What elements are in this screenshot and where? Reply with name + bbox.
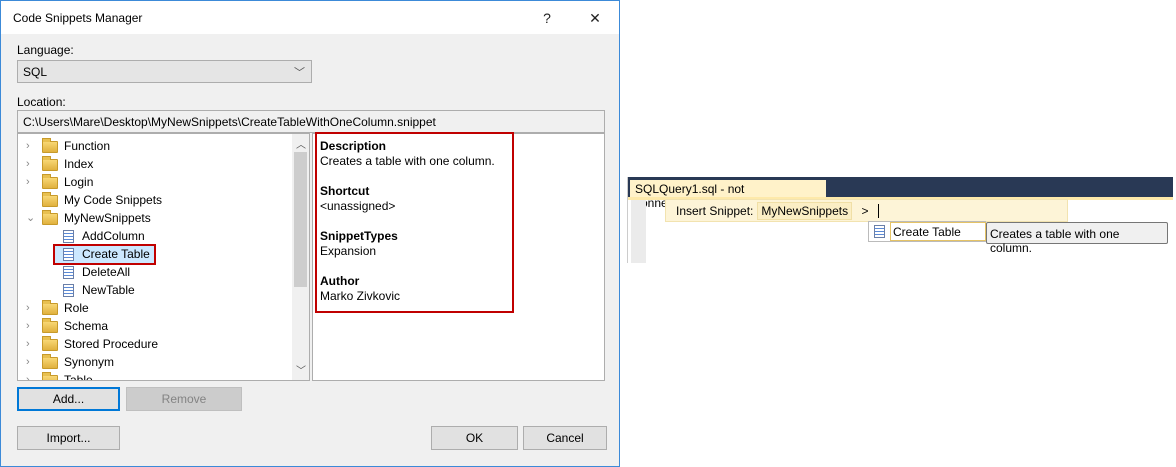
chevron-right-icon[interactable]: › — [26, 353, 30, 371]
snippet-item-create-table[interactable]: Create Table — [890, 222, 986, 241]
tree-item-label: DeleteAll — [82, 265, 131, 279]
language-label: Language: — [17, 43, 74, 57]
tree-item[interactable]: › Stored Procedure — [18, 335, 290, 353]
snippet-breadcrumb[interactable]: MyNewSnippets — [757, 202, 853, 220]
snippet-tooltip: Creates a table with one column. — [986, 222, 1168, 255]
author-value: Marko Zivkovic — [320, 289, 401, 303]
snippet-icon — [63, 266, 74, 279]
code-snippets-manager-dialog: Code Snippets Manager ? ✕ Language: SQL ﹀… — [0, 0, 620, 467]
title-bar: Code Snippets Manager ? ✕ — [1, 1, 619, 34]
cancel-button[interactable]: Cancel — [523, 426, 607, 450]
import-button[interactable]: Import... — [17, 426, 120, 450]
text-cursor — [877, 204, 883, 218]
remove-button[interactable]: Remove — [126, 387, 242, 411]
tree-item[interactable]: › Function — [18, 137, 290, 155]
insert-snippet-bar[interactable]: Insert Snippet: MyNewSnippets > — [665, 199, 1068, 222]
folder-icon — [42, 174, 58, 189]
help-button[interactable]: ? — [532, 7, 562, 29]
tree-item-label: Synonym — [64, 355, 115, 369]
close-button[interactable]: ✕ — [580, 7, 610, 29]
chevron-down-icon: ﹀ — [294, 67, 305, 79]
tree-item-label: Function — [64, 139, 111, 153]
tree-item-label: NewTable — [82, 283, 135, 297]
editor-gutter — [631, 200, 646, 263]
chevron-right-icon[interactable]: › — [26, 173, 30, 191]
location-field: C:\Users\Mare\Desktop\MyNewSnippets\Crea… — [17, 110, 605, 133]
tree-item[interactable]: › Index — [18, 155, 290, 173]
tree-item-label: Table — [64, 373, 93, 381]
tree-scrollbar[interactable]: ︿ ﹀ — [292, 134, 309, 380]
tree-item[interactable]: › Login — [18, 173, 290, 191]
tree-item-label: Index — [64, 157, 94, 171]
tree-item-label: Login — [64, 175, 94, 189]
scroll-up-icon[interactable]: ︿ — [296, 136, 306, 151]
tree-item[interactable]: › Role — [18, 299, 290, 317]
folder-icon — [42, 336, 58, 351]
location-label: Location: — [17, 95, 66, 109]
tree-item[interactable]: NewTable — [18, 281, 290, 299]
breadcrumb-separator: > — [861, 204, 869, 218]
folder-icon — [42, 138, 58, 153]
scroll-down-icon[interactable]: ﹀ — [296, 362, 306, 377]
folder-icon — [42, 300, 58, 315]
author-heading: Author — [320, 274, 360, 288]
snippet-icon — [63, 284, 74, 297]
tree-item-label: My Code Snippets — [64, 193, 163, 207]
folder-icon — [42, 192, 58, 207]
tree-item[interactable]: › Table — [18, 371, 290, 381]
tree-item-label: Schema — [64, 319, 109, 333]
language-value: SQL — [23, 65, 48, 79]
dialog-title: Code Snippets Manager — [13, 11, 143, 25]
tree-item[interactable]: AddColumn — [18, 227, 290, 245]
insert-snippet-label: Insert Snippet: — [676, 204, 754, 218]
chevron-right-icon[interactable]: › — [26, 155, 30, 173]
tree-item[interactable]: › Synonym — [18, 353, 290, 371]
folder-icon — [42, 210, 58, 225]
tree-item[interactable]: Create Table — [18, 244, 290, 265]
folder-icon — [42, 156, 58, 171]
tree-item[interactable]: ⌄ MyNewSnippets — [18, 209, 290, 227]
tree-item-label: Stored Procedure — [64, 337, 159, 351]
ok-button[interactable]: OK — [431, 426, 518, 450]
shortcut-heading: Shortcut — [320, 184, 370, 198]
chevron-right-icon[interactable]: › — [26, 335, 30, 353]
folder-icon — [42, 372, 58, 380]
scroll-thumb[interactable] — [294, 152, 307, 287]
snippet-icon — [874, 225, 885, 238]
folder-icon — [42, 354, 58, 369]
chevron-right-icon[interactable]: › — [26, 371, 30, 380]
tree-item-label: AddColumn — [82, 229, 145, 243]
tree-item[interactable]: DeleteAll — [18, 263, 290, 281]
folder-icon — [42, 318, 58, 333]
chevron-down-icon[interactable]: ⌄ — [26, 209, 35, 227]
sql-editor: SQLQuery1.sql - not connected✕ Insert Sn… — [627, 177, 1173, 263]
language-select[interactable]: SQL ﹀ — [17, 60, 312, 83]
chevron-right-icon[interactable]: › — [26, 317, 30, 335]
tree-item-label: MyNewSnippets — [64, 211, 151, 225]
tree-item-label: Role — [64, 301, 89, 315]
chevron-right-icon[interactable]: › — [26, 137, 30, 155]
shortcut-value: <unassigned> — [320, 199, 396, 213]
snippet-icon — [63, 230, 74, 243]
tree-item-label: Create Table — [82, 247, 150, 261]
tree-item[interactable]: My Code Snippets — [18, 191, 290, 209]
snippet-icon — [63, 248, 74, 261]
add-button[interactable]: Add... — [17, 387, 120, 411]
snippet-types-heading: SnippetTypes — [320, 229, 398, 243]
description-heading: Description — [320, 139, 387, 153]
tree-item[interactable]: › Schema — [18, 317, 290, 335]
description-value: Creates a table with one column. — [320, 154, 495, 168]
chevron-right-icon[interactable]: › — [26, 299, 30, 317]
snippet-types-value: Expansion — [320, 244, 377, 258]
details-highlight: Description Creates a table with one col… — [315, 132, 514, 313]
snippet-tree[interactable]: › Function › Index › Login My Code Snippets ⌄ My… — [17, 133, 310, 381]
snippet-dropdown[interactable]: Create Table — [868, 221, 986, 242]
